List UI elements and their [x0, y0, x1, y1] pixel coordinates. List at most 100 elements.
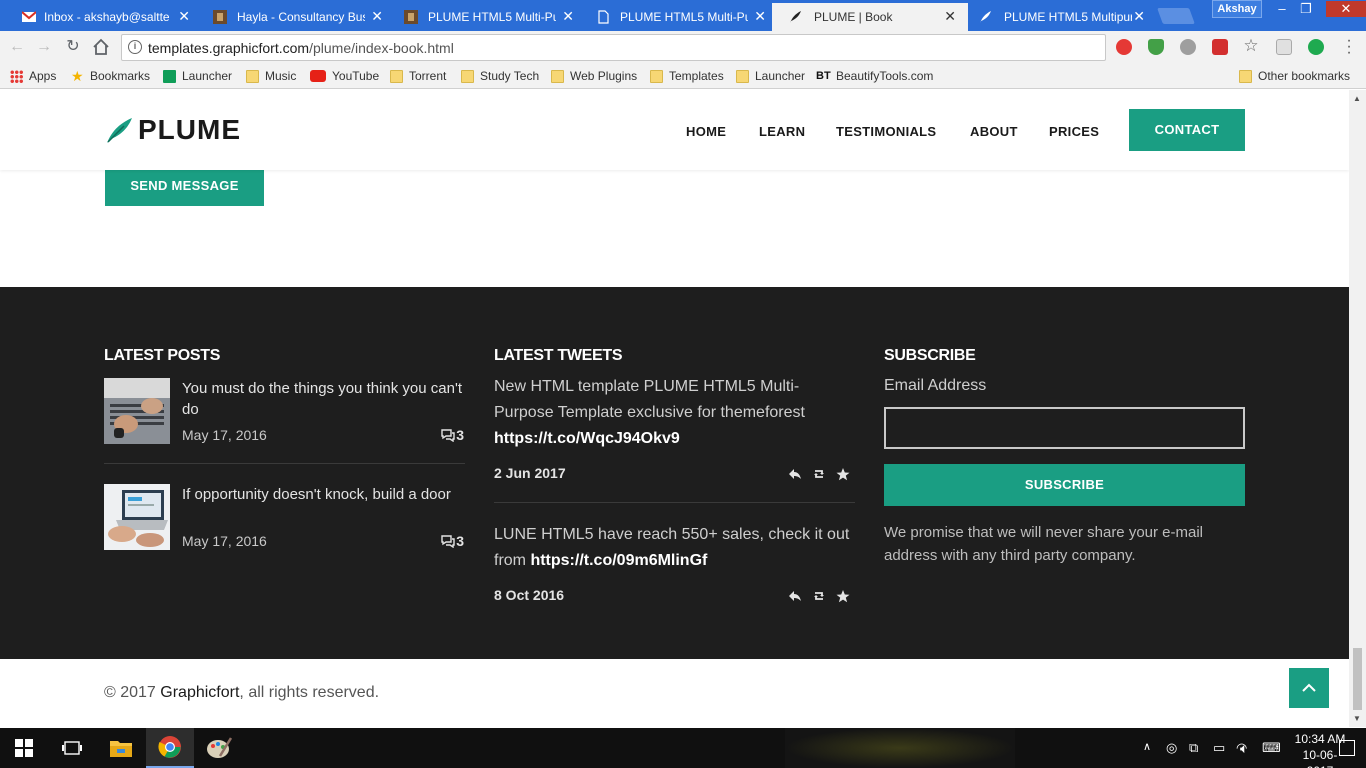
bookmark-beautifytools[interactable]: BT BeautifyTools.com	[816, 68, 933, 84]
post-thumbnail[interactable]	[104, 378, 170, 444]
copyright-brand-link[interactable]: Graphicfort	[160, 684, 239, 701]
tab-plume-2[interactable]: PLUME HTML5 Multi-Pu ✕	[578, 3, 778, 31]
tray-app-icon[interactable]: ◎	[1166, 740, 1177, 756]
windows-start-icon[interactable]	[0, 728, 48, 768]
task-view-icon[interactable]	[48, 728, 96, 768]
bookmark-apps[interactable]: Apps	[10, 68, 56, 84]
bookmark-label: Apps	[29, 69, 57, 83]
tab-title: Inbox - akshayb@saltte	[44, 10, 170, 24]
tray-network-app-icon[interactable]: ⧉	[1189, 740, 1198, 756]
favorite-star-icon[interactable]	[831, 588, 855, 604]
bookmark-web-plugins[interactable]: Web Plugins	[551, 68, 637, 84]
scrollbar-thumb[interactable]	[1353, 648, 1362, 710]
close-icon[interactable]: ✕	[754, 9, 766, 23]
reply-icon[interactable]	[783, 588, 807, 604]
extension-red-icon[interactable]	[1116, 39, 1132, 55]
extension-green-icon[interactable]	[1308, 39, 1324, 55]
scroll-to-top-button[interactable]	[1289, 668, 1329, 708]
reload-icon[interactable]: ↻	[64, 38, 82, 56]
home-icon[interactable]	[92, 38, 110, 56]
logo-text: PLUME	[138, 114, 241, 145]
page-scrollbar[interactable]: ▲ ▼	[1349, 90, 1366, 727]
tab-title: PLUME HTML5 Multi-Pu	[428, 10, 556, 24]
tab-plume-3[interactable]: PLUME HTML5 Multipur ✕	[962, 3, 1157, 31]
tweet-link[interactable]: https://t.co/09m6MlinGf	[530, 552, 707, 569]
bookmark-label: YouTube	[332, 69, 380, 83]
tab-plume-book[interactable]: PLUME | Book ✕	[772, 3, 968, 31]
post-title[interactable]: You must do the things you think you can…	[182, 378, 467, 420]
send-message-button[interactable]: SEND MESSAGE	[105, 170, 264, 206]
new-tab-button[interactable]	[1157, 8, 1195, 24]
bookmark-other[interactable]: Other bookmarks	[1239, 68, 1350, 84]
reply-icon[interactable]	[783, 466, 807, 482]
bookmark-label: Study Tech	[480, 69, 540, 83]
close-icon[interactable]: ✕	[1133, 9, 1145, 23]
retweet-icon[interactable]	[807, 588, 831, 604]
post-comments[interactable]: 3	[440, 533, 464, 549]
forward-icon[interactable]: →	[35, 38, 53, 56]
close-icon[interactable]: ✕	[371, 9, 383, 23]
extension-video-icon[interactable]	[1212, 39, 1228, 55]
tab-gmail-inbox[interactable]: Inbox - akshayb@saltte ✕	[0, 3, 202, 31]
close-icon[interactable]: ✕	[178, 9, 190, 23]
keyboard-icon[interactable]: ⌨︎	[1262, 740, 1281, 756]
retweet-icon[interactable]	[807, 466, 831, 482]
speaker-icon[interactable]: 🔈︎	[1240, 740, 1248, 757]
bookmark-bookmarks[interactable]: ★ Bookmarks	[71, 68, 150, 84]
extension-grey-icon[interactable]	[1180, 39, 1196, 55]
extension-card-icon[interactable]	[1276, 39, 1292, 55]
minimize-icon[interactable]: –	[1270, 1, 1294, 17]
subscribe-button[interactable]: SUBSCRIBE	[884, 464, 1245, 506]
bookmark-launcher-2[interactable]: Launcher	[736, 68, 805, 84]
chrome-icon[interactable]	[146, 728, 194, 768]
bookmark-youtube[interactable]: YouTube	[310, 68, 379, 84]
nav-home[interactable]: HOME	[686, 124, 726, 139]
back-icon[interactable]: ←	[8, 38, 26, 56]
bookmark-study-tech[interactable]: Study Tech	[461, 68, 539, 84]
nav-testimonials[interactable]: TESTIMONIALS	[836, 124, 936, 139]
close-window-icon[interactable]: ✕	[1326, 1, 1366, 17]
post-item[interactable]: If opportunity doesn't knock, build a do…	[104, 484, 465, 550]
shield-icon[interactable]	[1148, 39, 1164, 55]
bookmark-templates[interactable]: Templates	[650, 68, 724, 84]
site-logo[interactable]: PLUME	[104, 114, 241, 146]
bookmark-music[interactable]: Music	[246, 68, 296, 84]
post-title[interactable]: If opportunity doesn't knock, build a do…	[182, 484, 467, 505]
favorite-star-icon[interactable]	[831, 466, 855, 482]
paint-app-icon[interactable]	[195, 728, 243, 768]
post-item[interactable]: You must do the things you think you can…	[104, 378, 465, 444]
nav-prices[interactable]: PRICES	[1049, 124, 1099, 139]
menu-icon[interactable]: · · ·	[1344, 33, 1354, 61]
nav-about[interactable]: ABOUT	[970, 124, 1018, 139]
post-thumbnail[interactable]	[104, 484, 170, 550]
bookmark-launcher[interactable]: Launcher	[163, 68, 232, 84]
browser-toolbar: ← → ↻ i templates.graphicfort.com/plume/…	[0, 31, 1366, 63]
bookmark-torrent[interactable]: Torrent	[390, 68, 446, 84]
email-field[interactable]	[884, 407, 1245, 449]
close-icon[interactable]: ✕	[944, 9, 956, 23]
scroll-up-icon[interactable]: ▲	[1353, 94, 1361, 103]
post-comments[interactable]: 3	[440, 427, 464, 443]
tab-plume-1[interactable]: PLUME HTML5 Multi-Pu ✕	[386, 3, 586, 31]
tweet-link[interactable]: https://t.co/WqcJ94Okv9	[494, 430, 680, 447]
chevron-up-icon	[1302, 683, 1316, 692]
comments-icon	[441, 534, 455, 548]
profile-button[interactable]: Akshay	[1212, 0, 1262, 18]
notifications-icon[interactable]	[1339, 740, 1355, 756]
address-bar[interactable]: i templates.graphicfort.com/plume/index-…	[121, 34, 1106, 61]
close-icon[interactable]: ✕	[562, 9, 574, 23]
file-explorer-icon[interactable]	[97, 728, 145, 768]
scroll-down-icon[interactable]: ▼	[1353, 714, 1361, 723]
feather-icon	[980, 11, 991, 23]
contact-button[interactable]: CONTACT	[1129, 109, 1245, 151]
copyright-suffix: , all rights reserved.	[239, 684, 380, 701]
url-host: templates.graphicfort.com	[148, 40, 310, 56]
star-icon[interactable]: ☆	[1243, 37, 1259, 55]
info-icon[interactable]: i	[128, 40, 142, 54]
chevron-up-icon[interactable]: ∧	[1143, 740, 1151, 753]
nav-learn[interactable]: LEARN	[759, 124, 805, 139]
battery-icon[interactable]: ▭	[1213, 740, 1225, 756]
folder-icon	[736, 69, 749, 83]
restore-icon[interactable]: ❐	[1294, 1, 1318, 17]
tab-hayla[interactable]: Hayla - Consultancy Bus ✕	[195, 3, 395, 31]
